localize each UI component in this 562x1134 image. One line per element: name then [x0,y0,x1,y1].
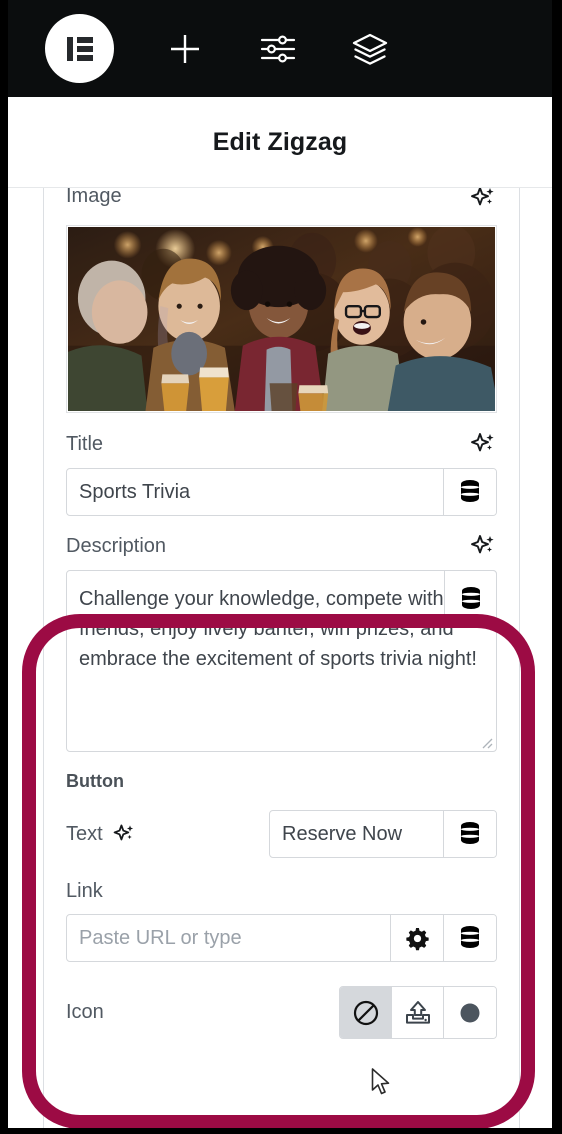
page-title: Edit Zigzag [212,127,348,156]
section-button: Button [66,771,497,792]
navigator-button[interactable] [347,26,393,72]
control-image: Image [66,188,497,413]
dynamic-tags-database-icon [461,926,479,948]
image-preview[interactable] [66,225,497,413]
icon-choice-upload-svg[interactable] [392,987,444,1038]
control-icon: Icon [66,986,497,1039]
layers-navigator-icon [352,33,388,65]
dynamic-tags-database-icon [461,822,479,844]
elementor-logo-icon [66,36,93,61]
ai-sparkle-icon[interactable] [469,532,497,560]
panel-scroll-body[interactable]: Image Title Sports Trivia Description Ch… [8,188,552,1128]
icon-label: Icon [66,1001,104,1023]
ai-sparkle-icon[interactable] [112,822,136,846]
ai-sparkle-icon-glyph [471,188,494,206]
control-link: Link [66,880,497,962]
title-input[interactable] [67,469,443,515]
control-button-text: Text [66,810,497,858]
link-input[interactable] [67,915,390,961]
button-text-label-group: Text [66,822,136,846]
image-preview-thumbnail [68,227,495,411]
description-textarea-wrap[interactable]: Challenge your knowledge, compete with f… [66,570,497,752]
description-textarea[interactable]: Challenge your knowledge, compete with f… [67,571,496,751]
link-input-group [66,914,497,962]
editor-toolbar [8,0,552,97]
ai-sparkle-icon-glyph [471,535,494,554]
title-dynamic-tags-button[interactable] [443,469,496,515]
title-label: Title [66,432,104,455]
button-text-label: Text [66,822,103,845]
page-settings-button[interactable] [255,26,301,72]
elementor-editor-panel: Edit Zigzag Image Title Sports Trivia De… [0,0,562,1134]
description-label: Description [66,534,167,557]
button-section-heading: Button [66,771,124,791]
link-options-button[interactable] [390,915,443,961]
ai-sparkle-icon[interactable] [469,188,497,212]
button-text-input[interactable] [270,811,443,857]
control-title: Title [66,429,497,516]
panel-header: Edit Zigzag [8,97,552,188]
dynamic-tags-database-icon [461,480,479,502]
title-input-group [66,468,497,516]
no-entry-icon [353,1000,378,1025]
icon-choice-none[interactable] [340,987,392,1038]
gear-icon [405,927,429,950]
repeater-item-content: Image Title Sports Trivia Description Ch… [43,188,520,1128]
button-text-input-group [269,810,497,858]
link-dynamic-tags-button[interactable] [443,915,496,961]
control-description: Description Challenge your knowledge, co… [66,531,497,752]
sliders-settings-icon [260,34,296,63]
upload-svg-icon [405,1000,430,1024]
image-label: Image [66,188,122,207]
button-text-dynamic-tags-button[interactable] [443,811,496,857]
ai-sparkle-icon[interactable] [469,430,497,458]
dynamic-tags-database-icon [461,587,480,609]
add-element-button[interactable] [162,26,208,72]
description-dynamic-tags-button[interactable] [444,570,497,628]
elementor-logo-button[interactable] [45,14,114,83]
icon-source-choices [339,986,497,1039]
plus-icon [171,34,199,63]
link-label: Link [66,880,103,902]
ai-sparkle-icon-glyph [471,433,494,452]
filled-circle-icon [460,1003,480,1022]
icon-choice-icon-library[interactable] [444,987,496,1038]
